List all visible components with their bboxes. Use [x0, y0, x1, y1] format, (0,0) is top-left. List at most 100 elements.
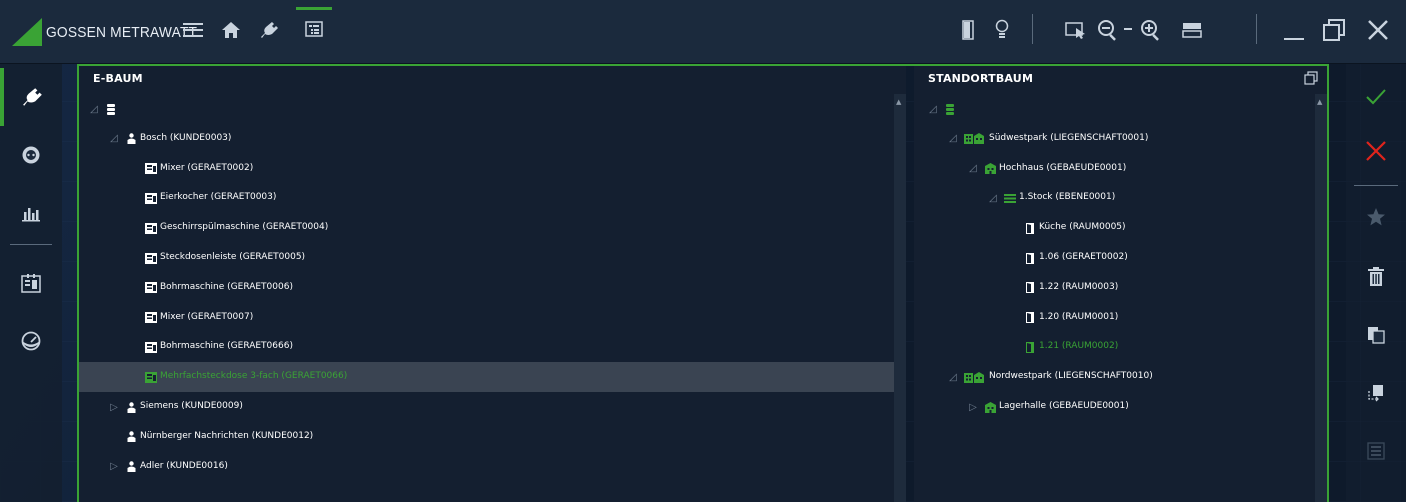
select-cursor-icon[interactable] [1058, 12, 1094, 48]
expanded-arrow-icon[interactable]: ◿ [89, 104, 99, 115]
e-baum-panel: E-BAUM ◿ ◿ Bosch (KUNDE0003) Mixer (GERAET0… [79, 66, 906, 502]
expanded-arrow-icon[interactable]: ◿ [948, 372, 958, 383]
tree-row[interactable]: ▷ Siemens (KUNDE0009) [79, 392, 906, 422]
star-icon[interactable] [1346, 192, 1406, 242]
tree-row-label: Nürnberger Nachrichten (KUNDE0012) [140, 430, 314, 441]
device-icon [145, 282, 157, 294]
trash-icon[interactable] [1346, 252, 1406, 302]
tree-row[interactable]: ◿ Südwestpark (LIEGENSCHAFT0001) [914, 124, 1327, 154]
toolbar-divider [1032, 14, 1033, 44]
zoom-out-icon[interactable] [1090, 12, 1126, 48]
tree-row-label: 1.20 (RAUM0001) [1039, 311, 1119, 322]
tree-row-label: Bohrmaschine (GERAET0666) [160, 341, 293, 352]
room-icon [1024, 252, 1036, 264]
sidebar-divider [10, 244, 52, 245]
tree-row[interactable]: Küche (RAUM0005) [914, 213, 1327, 243]
expanded-arrow-icon[interactable]: ◿ [928, 104, 938, 115]
right-action-bar [1346, 64, 1406, 502]
sidebar-item-chart[interactable] [0, 184, 62, 242]
device-icon [145, 341, 157, 353]
tree-row-label: Nordwestpark (LIEGENSCHAFT0010) [989, 371, 1153, 382]
tree-row[interactable]: 1.20 (RAUM0001) [914, 303, 1327, 333]
expanded-arrow-icon[interactable]: ◿ [109, 133, 119, 144]
tree-row-label: Steckdosenleiste (GERAET0005) [160, 252, 306, 262]
tree-row-label: Geschirrspülmaschine (GERAET0004) [160, 222, 329, 233]
tree-row-label: 1.22 (RAUM0003) [1039, 281, 1119, 292]
tree-row[interactable]: ◿ Bosch (KUNDE0003) [79, 124, 906, 154]
scroll-up-icon[interactable]: ▲ [1317, 98, 1325, 108]
sidebar-item-socket[interactable] [0, 126, 62, 184]
menu-icon[interactable] [175, 12, 211, 48]
tree-row[interactable]: ◿ Nordwestpark (LIEGENSCHAFT0010) [914, 362, 1327, 392]
bulb-icon[interactable] [984, 12, 1020, 48]
device-icon [145, 192, 157, 204]
tree-row[interactable]: Mixer (GERAET0002) [79, 154, 906, 184]
export-icon[interactable] [1346, 426, 1406, 476]
tree-row[interactable]: Mixer (GERAET0007) [79, 303, 906, 333]
sidebar-item-plug[interactable] [0, 68, 62, 126]
expanded-arrow-icon[interactable]: ◿ [968, 163, 978, 174]
tree-row[interactable]: ◿ Hochhaus (GEBAEUDE0001) [914, 154, 1327, 184]
tree-row[interactable]: ▷ Lagerhalle (GEBAEUDE0001) [914, 392, 1327, 422]
tree-row[interactable]: ◿ 1.Stock (EBENE0001) [914, 183, 1327, 213]
cancel-icon[interactable] [1346, 126, 1406, 176]
tree-row-label: Südwestpark (LIEGENSCHAFT0001) [989, 132, 1149, 143]
home-icon[interactable] [213, 12, 249, 48]
zoom-in-icon[interactable] [1133, 12, 1169, 48]
tree-row-label: 1.Stock (EBENE0001) [1019, 192, 1116, 203]
tree-row[interactable]: Bohrmaschine (GERAET0666) [79, 332, 906, 362]
tree-row[interactable]: Geschirrspülmaschine (GERAET0004) [79, 213, 906, 243]
scroll-up-icon[interactable]: ▲ [896, 98, 904, 108]
tree-row-label: Hochhaus (GEBAEUDE0001) [999, 162, 1127, 173]
restore-icon[interactable] [1316, 12, 1352, 48]
person-icon [125, 461, 137, 473]
layout-icon[interactable] [1174, 12, 1210, 48]
tree-row[interactable]: ◿ [914, 94, 1327, 124]
tree-row[interactable]: 1.21 (RAUM0002) [914, 332, 1327, 362]
property-icon [964, 133, 984, 145]
device-icon [145, 222, 157, 234]
sidebar-item-gauge[interactable] [0, 312, 62, 370]
collapsed-arrow-icon[interactable]: ▷ [109, 461, 119, 472]
tree-row[interactable]: Eierkocher (GERAET0003) [79, 183, 906, 213]
close-icon[interactable] [1360, 12, 1396, 48]
top-toolbar: GOSSEN METRAWATT [0, 0, 1406, 64]
tree-row[interactable]: Nürnberger Nachrichten (KUNDE0012) [79, 422, 906, 452]
brand-logo: GOSSEN METRAWATT [0, 7, 197, 57]
room-icon [1024, 282, 1036, 294]
collapsed-arrow-icon[interactable]: ▷ [109, 402, 119, 413]
tree-row[interactable]: Bohrmaschine (GERAET0006) [79, 273, 906, 303]
actionbar-divider [1354, 185, 1398, 186]
standortbaum-scrollbar[interactable]: ▲ [1315, 94, 1327, 502]
tree-row-label: Mixer (GERAET0002) [160, 162, 254, 173]
tree-row[interactable]: ▷ Adler (KUNDE0016) [79, 452, 906, 482]
tree-row[interactable]: 1.22 (RAUM0003) [914, 273, 1327, 303]
tree-row-label: Siemens (KUNDE0009) [140, 401, 243, 411]
expanded-arrow-icon[interactable]: ◿ [988, 193, 998, 204]
restore-icon[interactable] [1304, 70, 1318, 85]
standortbaum-panel: STANDORTBAUM ◿ ◿ Südwestpark (LIEGENSCHAFT… [914, 66, 1327, 502]
minimize-icon[interactable] [1276, 12, 1312, 48]
sidebar-item-calendar[interactable] [0, 254, 62, 312]
plug-icon[interactable] [252, 12, 288, 48]
tree-row[interactable]: ◿ [79, 94, 906, 124]
move-icon[interactable] [1346, 368, 1406, 418]
tree-row[interactable]: Steckdosenleiste (GERAET0005) [79, 243, 906, 273]
building-icon [984, 163, 996, 175]
tree-row-label: Lagerhalle (GEBAEUDE0001) [999, 401, 1129, 411]
expanded-arrow-icon[interactable]: ◿ [948, 133, 958, 144]
tree-row-label: Mehrfachsteckdose 3-fach (GERAET0066) [160, 371, 348, 382]
tree-row[interactable]: Mehrfachsteckdose 3-fach (GERAET0066) [79, 362, 906, 393]
person-icon [125, 401, 137, 413]
person-icon [125, 431, 137, 443]
copy-icon[interactable] [1346, 310, 1406, 360]
tree-view-icon[interactable] [296, 7, 332, 48]
e-baum-scrollbar[interactable]: ▲ [894, 94, 906, 502]
door-icon[interactable] [950, 12, 986, 48]
person-icon [125, 133, 137, 145]
panel-title: E-BAUM [93, 72, 143, 85]
check-icon[interactable] [1346, 72, 1406, 122]
collapsed-arrow-icon[interactable]: ▷ [968, 402, 978, 413]
panel-title: STANDORTBAUM [928, 72, 1034, 85]
tree-row[interactable]: 1.06 (GERAET0002) [914, 243, 1327, 273]
